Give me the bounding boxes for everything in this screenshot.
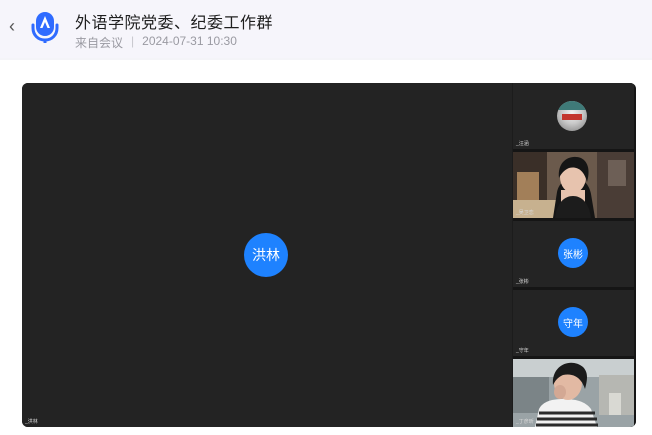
main-speaker-name: _洪林 — [25, 419, 38, 425]
message-source: 来自会议 — [75, 36, 124, 50]
main-speaker-avatar: 洪林 — [244, 233, 288, 277]
participant-avatar: 守年 — [558, 307, 588, 337]
participant-video-feed — [513, 359, 634, 427]
participant-name: _吴卫恋 — [516, 210, 534, 216]
message-meta: 来自会议 | 2024-07-31 10:30 — [75, 34, 237, 51]
participant-photo-avatar — [557, 101, 587, 131]
participant-strip: _汪涵 _吴卫恋 张彬 _张彬 守年 _守年 _丁彦昕 — [513, 83, 636, 427]
meta-divider: | — [131, 34, 135, 48]
message-datetime: 2024-07-31 10:30 — [142, 34, 237, 48]
participant-name: _守年 — [516, 348, 529, 354]
chat-title: 外语学院党委、纪委工作群 — [75, 15, 274, 32]
back-arrow-icon[interactable]: ‹ — [4, 16, 20, 36]
meeting-app-logo-icon — [31, 12, 59, 43]
meeting-recording[interactable]: 洪林 _洪林 _汪涵 _吴卫恋 张彬 _张彬 守年 _守年 _丁彦昕 — [22, 83, 636, 427]
chat-header: ‹ 外语学院党委、纪委工作群 来自会议 | 2024-07-31 10:30 — [0, 0, 652, 58]
participant-name: _丁彦昕 — [516, 419, 534, 425]
participant-avatar: 张彬 — [558, 238, 588, 268]
participant-tile[interactable]: _汪涵 — [513, 83, 634, 149]
participant-tile[interactable]: 守年 _守年 — [513, 290, 634, 356]
participant-tile[interactable]: _丁彦昕 — [513, 359, 634, 427]
participant-name: _汪涵 — [516, 141, 529, 147]
participant-tile[interactable]: _吴卫恋 — [513, 152, 634, 218]
participant-tile[interactable]: 张彬 _张彬 — [513, 221, 634, 287]
participant-name: _张彬 — [516, 279, 529, 285]
main-speaker-tile[interactable]: 洪林 _洪林 — [22, 83, 512, 427]
